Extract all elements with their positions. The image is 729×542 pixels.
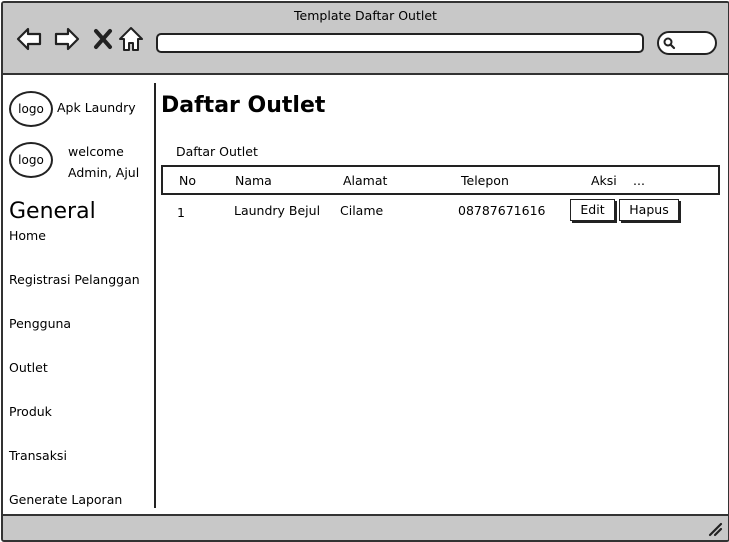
resize-grip-icon[interactable] bbox=[706, 520, 724, 538]
back-arrow-icon[interactable] bbox=[15, 25, 43, 53]
sidebar-item-outlet[interactable]: Outlet bbox=[9, 360, 48, 375]
page-title: Daftar Outlet bbox=[161, 93, 326, 118]
column-header-telepon: Telepon bbox=[461, 173, 509, 188]
status-bar bbox=[3, 514, 728, 540]
browser-window: Template Daftar Outlet logo Apk Laundry … bbox=[1, 1, 729, 542]
column-header-more: ... bbox=[633, 173, 645, 188]
sidebar-item-pengguna[interactable]: Pengguna bbox=[9, 316, 71, 331]
browser-toolbar: Template Daftar Outlet bbox=[3, 3, 728, 75]
close-icon[interactable] bbox=[89, 25, 117, 53]
sidebar-item-home[interactable]: Home bbox=[9, 228, 46, 243]
user-name: Admin, Ajul bbox=[68, 165, 140, 180]
table-header: No Nama Alamat Telepon Aksi ... bbox=[161, 165, 720, 195]
app-name: Apk Laundry bbox=[57, 100, 136, 115]
forward-arrow-icon[interactable] bbox=[53, 25, 81, 53]
sidebar-item-generate-laporan[interactable]: Generate Laporan bbox=[9, 492, 122, 507]
cell-alamat: Cilame bbox=[340, 203, 384, 218]
column-header-no: No bbox=[179, 173, 196, 188]
cell-nama: Laundry Bejul bbox=[234, 203, 321, 218]
sidebar-item-produk[interactable]: Produk bbox=[9, 404, 52, 419]
edit-button[interactable]: Edit bbox=[570, 199, 615, 221]
sidebar-item-transaksi[interactable]: Transaksi bbox=[9, 448, 67, 463]
welcome-text: welcome bbox=[68, 144, 124, 159]
column-header-alamat: Alamat bbox=[343, 173, 388, 188]
url-bar[interactable] bbox=[156, 33, 644, 53]
section-title: Daftar Outlet bbox=[176, 144, 258, 159]
sidebar-item-registrasi-pelanggan[interactable]: Registrasi Pelanggan bbox=[9, 272, 140, 287]
search-icon bbox=[663, 37, 676, 50]
sidebar-heading: General bbox=[9, 199, 96, 224]
sidebar-divider bbox=[154, 83, 156, 508]
window-title: Template Daftar Outlet bbox=[294, 8, 437, 23]
hapus-button[interactable]: Hapus bbox=[619, 199, 679, 221]
search-button[interactable] bbox=[657, 31, 717, 55]
cell-no: 1 bbox=[177, 205, 185, 220]
app-logo: logo bbox=[9, 91, 53, 127]
column-header-aksi: Aksi bbox=[591, 173, 617, 188]
home-icon[interactable] bbox=[117, 25, 145, 53]
cell-telepon: 08787671616 bbox=[458, 203, 546, 218]
user-avatar: logo bbox=[9, 142, 53, 178]
column-header-nama: Nama bbox=[235, 173, 272, 188]
